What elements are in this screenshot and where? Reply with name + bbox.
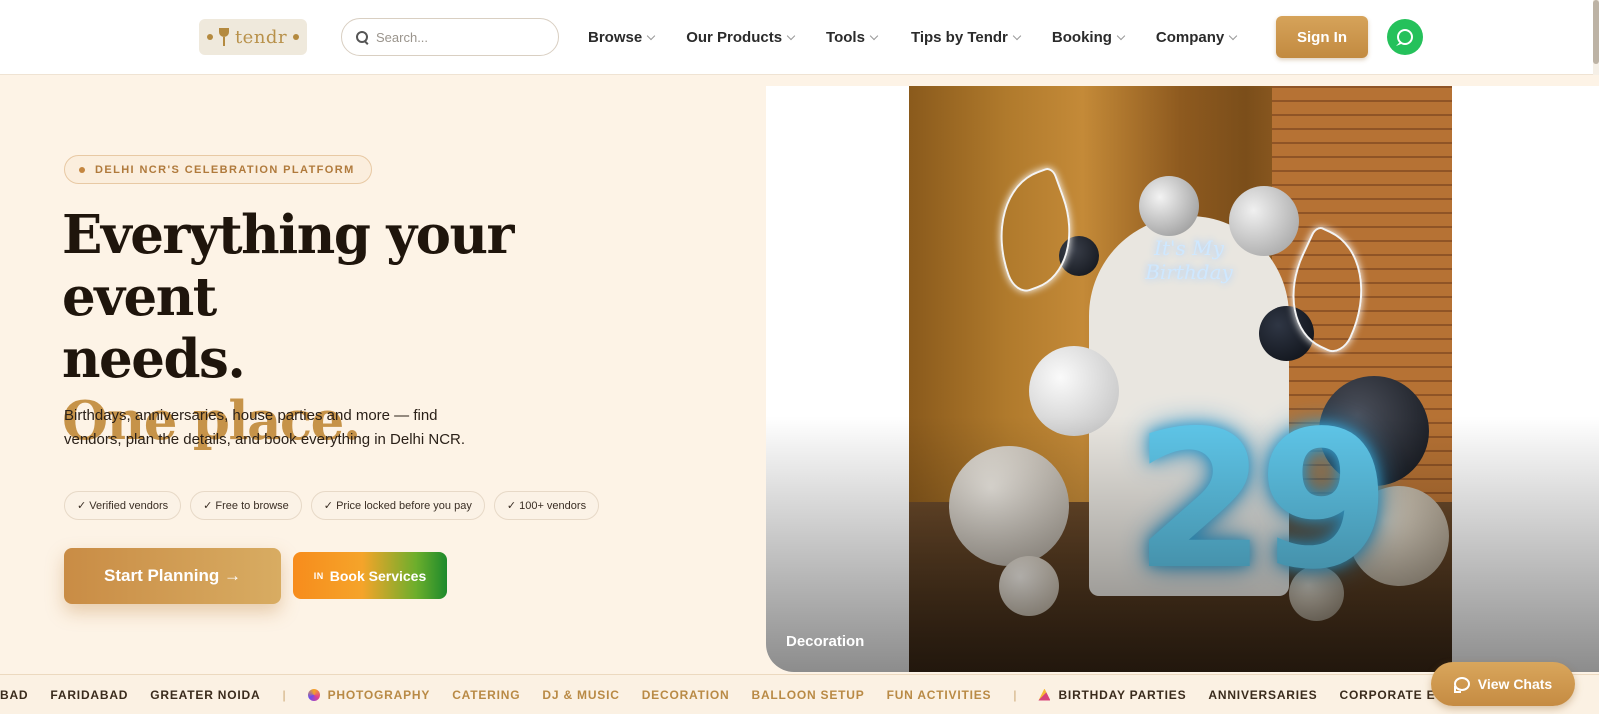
ticker-separator: | <box>1013 687 1017 702</box>
chip-verified-vendors: ✓ Verified vendors <box>64 491 182 520</box>
chat-bubble-icon <box>1453 677 1470 693</box>
ticker-service[interactable]: DECORATION <box>642 688 730 702</box>
badge-dot <box>79 166 85 173</box>
tendr-logo[interactable]: tendr <box>199 19 307 55</box>
neon-wing-left <box>977 165 1091 297</box>
view-chats-label: View Chats <box>1477 676 1553 692</box>
chevron-down-icon <box>1012 31 1022 40</box>
chip-price-locked: ✓ Price locked before you pay <box>310 491 485 520</box>
chevron-down-icon <box>786 31 796 40</box>
camera-icon <box>307 688 320 701</box>
nav-tips-by-tendr[interactable]: Tips by Tendr <box>910 29 1022 46</box>
sign-in-button[interactable]: Sign In <box>1276 16 1368 58</box>
image-caption: Decoration <box>786 633 865 650</box>
whatsapp-icon <box>1397 29 1413 45</box>
main-nav: Browse Our Products Tools Tips by Tendr … <box>588 0 1238 75</box>
ticker-service[interactable]: BALLOON SETUP <box>752 688 865 702</box>
neon-birthday-sign: It's My Birthday <box>1145 236 1233 284</box>
start-planning-button[interactable]: Start Planning → <box>64 548 281 604</box>
search-icon <box>356 31 368 43</box>
ticker-service[interactable]: DJ & MUSIC <box>542 688 619 702</box>
headline-line-1: Everything your event <box>62 204 514 328</box>
view-chats-button[interactable]: View Chats <box>1431 662 1575 706</box>
ticker-service[interactable]: CATERING <box>452 688 520 702</box>
scrollbar-thumb[interactable] <box>1593 0 1599 64</box>
nav-tools-label: Tools <box>826 29 865 46</box>
badge-text: DELHI NCR'S CELEBRATION PLATFORM <box>95 163 355 176</box>
hero-image-card: It's My Birthday 29 Decoration <box>766 86 1599 672</box>
feature-chips: ✓ Verified vendors ✓ Free to browse ✓ Pr… <box>64 491 600 520</box>
image-gradient-overlay <box>766 416 1599 672</box>
ticker-city[interactable]: GREATER NOIDA <box>150 688 260 702</box>
nav-our-products-label: Our Products <box>686 29 783 46</box>
chevron-down-icon <box>646 31 656 40</box>
hero-subtext: Birthdays, anniversaries, house parties … <box>64 407 466 448</box>
nav-company-label: Company <box>1155 29 1225 46</box>
party-popper-icon <box>1038 688 1051 701</box>
nav-company[interactable]: Company <box>1155 29 1238 46</box>
nav-booking[interactable]: Booking <box>1051 29 1126 46</box>
ticker-service[interactable]: FUN ACTIVITIES <box>887 688 992 702</box>
search-box[interactable] <box>341 18 559 56</box>
logo-text: tendr <box>234 26 288 48</box>
ticker-occasion[interactable]: ANNIVERSARIES <box>1208 688 1317 702</box>
nav-tips-label: Tips by Tendr <box>910 29 1008 46</box>
nav-tools[interactable]: Tools <box>826 29 879 46</box>
ticker-city[interactable]: FARIDABAD <box>50 688 128 702</box>
nav-booking-label: Booking <box>1051 29 1112 46</box>
chevron-down-icon <box>1229 31 1238 40</box>
chevron-down-icon <box>1116 31 1126 40</box>
ticker-service-label: PHOTOGRAPHY <box>327 687 431 702</box>
nav-browse[interactable]: Browse <box>588 29 656 46</box>
ticker-occasion-label: BIRTHDAY PARTIES <box>1058 687 1187 702</box>
nav-our-products[interactable]: Our Products <box>686 29 796 46</box>
search-input[interactable] <box>376 29 546 45</box>
balloon <box>1139 176 1199 236</box>
ticker-separator: | <box>282 687 286 702</box>
scrollbar-track[interactable] <box>1593 0 1599 75</box>
ticker-occasion[interactable]: BIRTHDAY PARTIES <box>1038 688 1186 702</box>
whatsapp-button[interactable] <box>1387 19 1423 55</box>
chip-free-to-browse: ✓ Free to browse <box>190 491 302 520</box>
india-flag-label: IN <box>313 570 324 581</box>
chip-vendor-count: ✓ 100+ vendors <box>493 491 600 520</box>
site-header: tendr Browse Our Products Tools Tips by … <box>0 0 1599 75</box>
platform-badge: DELHI NCR'S CELEBRATION PLATFORM <box>64 155 372 184</box>
chevron-down-icon <box>869 31 879 40</box>
glass-icon <box>218 28 229 46</box>
book-services-button[interactable]: IN Book Services <box>293 552 447 599</box>
category-ticker: BAD FARIDABAD GREATER NOIDA | PHOTOGRAPH… <box>0 674 1599 714</box>
book-services-label: Book Services <box>329 567 427 584</box>
ticker-service[interactable]: PHOTOGRAPHY <box>307 687 431 702</box>
headline-line-2: needs. <box>62 328 246 390</box>
ticker-city[interactable]: BAD <box>0 688 28 702</box>
logo-dot-left <box>206 34 213 40</box>
nav-browse-label: Browse <box>588 29 643 46</box>
logo-dot-right <box>293 34 300 40</box>
